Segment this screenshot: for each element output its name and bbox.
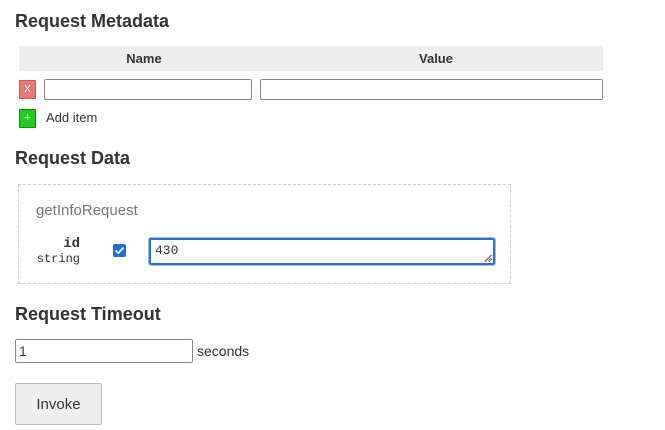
field-type: string (36, 252, 80, 266)
metadata-name-input[interactable] (44, 79, 252, 100)
request-data-panel (18, 184, 511, 284)
timeout-input[interactable] (15, 339, 193, 363)
remove-metadata-row-button[interactable]: X (19, 80, 36, 99)
add-item-label[interactable]: Add item (46, 110, 97, 126)
timeout-unit-label: seconds (197, 343, 250, 359)
add-metadata-item-button[interactable]: + (19, 109, 36, 128)
request-timeout-heading: Request Timeout (15, 304, 161, 324)
field-include-checkbox[interactable] (113, 244, 126, 257)
field-name: id (63, 236, 80, 252)
invoke-button[interactable]: Invoke (15, 383, 102, 425)
request-data-heading: Request Data (15, 148, 131, 168)
resize-handle-icon[interactable] (483, 253, 492, 262)
metadata-table-header: Name Value (19, 46, 603, 71)
field-value-textarea[interactable]: 430 (148, 237, 496, 266)
checkmark-icon (115, 247, 124, 255)
metadata-value-input[interactable] (260, 79, 603, 100)
metadata-name-column-header: Name (126, 51, 162, 66)
metadata-value-column-header: Value (419, 51, 453, 66)
message-type-label: getInfoRequest (36, 202, 138, 219)
request-metadata-heading: Request Metadata (15, 11, 170, 31)
